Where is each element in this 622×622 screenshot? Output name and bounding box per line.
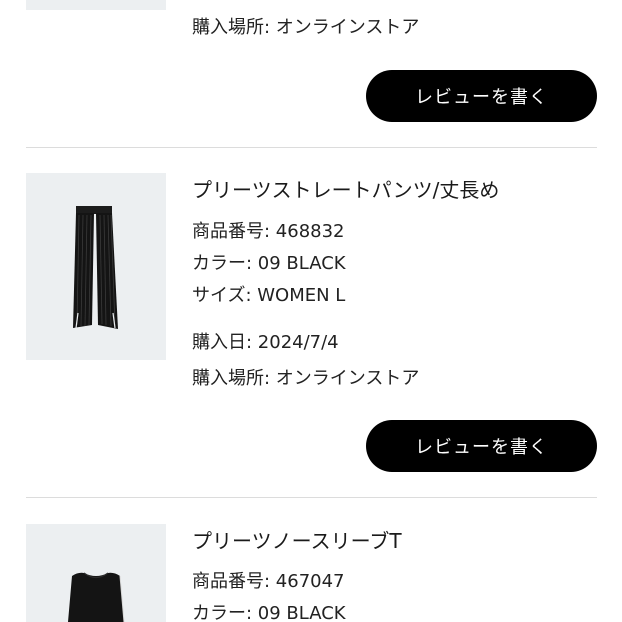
product-color: カラー: 09 BLACK	[192, 253, 346, 274]
product-number: 商品番号: 467047	[192, 571, 345, 592]
purchase-history-list: 購入場所: オンラインストア レビューを書く プリーツストレートパンツ/丈長め …	[0, 0, 622, 622]
product-color: カラー: 09 BLACK	[192, 603, 346, 622]
product-thumbnail[interactable]	[26, 0, 166, 10]
write-review-button[interactable]: レビューを書く	[366, 420, 597, 472]
product-number: 商品番号: 468832	[192, 221, 345, 242]
item-divider	[26, 147, 597, 148]
purchase-place: 購入場所: オンラインストア	[192, 17, 420, 38]
purchase-date: 購入日: 2024/7/4	[192, 332, 339, 353]
item-divider	[26, 497, 597, 498]
pleated-pants-image	[73, 206, 118, 329]
purchase-place: 購入場所: オンラインストア	[192, 368, 420, 389]
product-name[interactable]: プリーツストレートパンツ/丈長め	[192, 177, 499, 203]
product-name[interactable]: プリーツノースリーブT	[192, 528, 402, 554]
product-size: サイズ: WOMEN L	[192, 285, 346, 306]
product-thumbnail[interactable]	[26, 524, 166, 622]
write-review-button[interactable]: レビューを書く	[366, 70, 597, 122]
product-thumbnail[interactable]	[26, 173, 166, 360]
sleeveless-top-image	[68, 572, 125, 622]
